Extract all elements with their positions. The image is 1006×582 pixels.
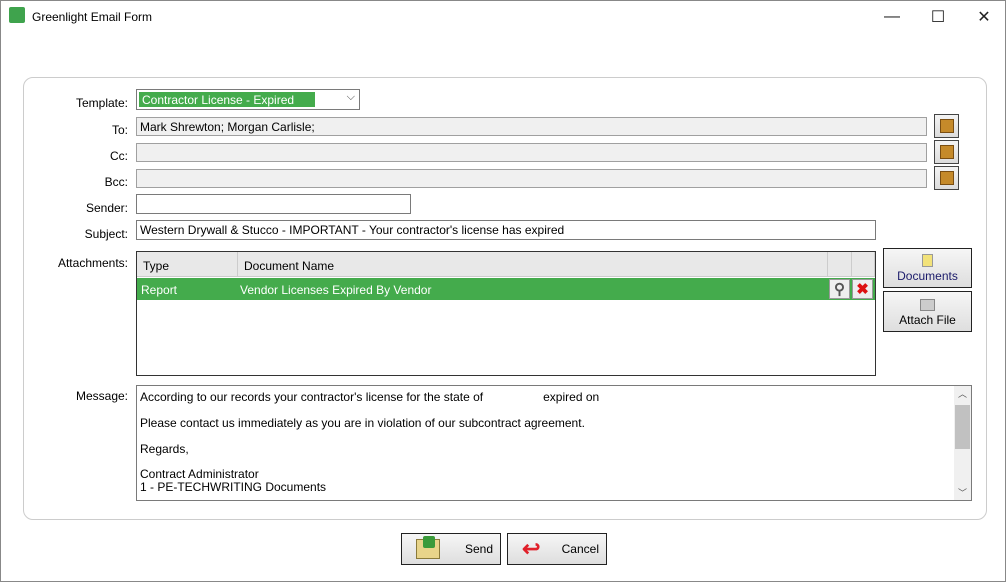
column-header-view (828, 252, 852, 277)
magnifier-icon[interactable]: ⚲ (829, 279, 850, 299)
attach-file-label: Attach File (899, 313, 956, 327)
cc-field[interactable] (136, 143, 927, 162)
cancel-arrow-icon: ↩ (522, 536, 541, 561)
template-value: Contractor License - Expired (139, 92, 315, 107)
template-label: Template: (75, 96, 128, 110)
close-button[interactable]: ✕ (961, 1, 1006, 32)
send-label: Send (464, 542, 493, 556)
message-line: According to our records your contractor… (140, 390, 600, 404)
row-type: Report (141, 283, 178, 297)
bcc-field[interactable] (136, 169, 927, 188)
message-line: Contract Administrator (140, 467, 259, 481)
address-book-icon (939, 145, 954, 159)
documents-button[interactable]: Documents (883, 248, 972, 288)
scrollbar-thumb[interactable] (955, 405, 970, 449)
to-address-book-button[interactable] (934, 114, 959, 138)
row-document-name: Vendor Licenses Expired By Vendor (240, 283, 432, 297)
send-button[interactable]: Send (401, 533, 501, 565)
message-line: Please contact us immediately as you are… (140, 416, 585, 430)
attach-envelope-icon (920, 299, 935, 311)
message-textarea[interactable]: According to our records your contractor… (136, 385, 972, 501)
app-icon (9, 7, 25, 23)
attach-file-button[interactable]: Attach File (883, 291, 972, 332)
template-select[interactable]: Contractor License - Expired ⌵ (136, 89, 360, 110)
sender-field[interactable] (136, 194, 411, 214)
message-line: 1 - PE-TECHWRITING Documents (140, 480, 327, 494)
scroll-up-icon[interactable]: ︿ (958, 387, 967, 400)
cancel-button[interactable]: ↩ Cancel (507, 533, 607, 565)
subject-label: Subject: (84, 227, 128, 241)
window-title: Greenlight Email Form (32, 10, 153, 24)
bcc-label: Bcc: (104, 175, 128, 189)
to-label: To: (111, 123, 128, 137)
scroll-down-icon[interactable]: ﹀ (958, 486, 967, 499)
email-form-window: Greenlight Email Form — ☐ ✕ Template: Co… (0, 0, 1006, 582)
document-icon (922, 254, 933, 267)
address-book-icon (939, 171, 954, 185)
maximize-button[interactable]: ☐ (915, 1, 961, 32)
chevron-down-icon: ⌵ (346, 91, 355, 103)
cc-address-book-button[interactable] (934, 140, 959, 164)
minimize-button[interactable]: — (869, 1, 915, 32)
to-field[interactable]: Mark Shrewton; Morgan Carlisle; (136, 117, 927, 136)
bcc-address-book-button[interactable] (934, 166, 959, 190)
column-header-type[interactable]: Type (137, 252, 238, 277)
sender-label: Sender: (85, 201, 128, 215)
email-envelope-icon (416, 536, 440, 559)
subject-field[interactable]: Western Drywall & Stucco - IMPORTANT - Y… (136, 220, 876, 240)
table-row[interactable]: Report Vendor Licenses Expired By Vendor… (137, 278, 875, 300)
cc-label: Cc: (110, 149, 128, 163)
attachments-label: Attachments: (57, 256, 128, 270)
message-line: Regards, (140, 442, 189, 456)
documents-label: Documents (897, 269, 958, 283)
cancel-label: Cancel (561, 542, 599, 556)
attachments-grid: Type Document Name Report Vendor License… (136, 251, 876, 376)
message-label: Message: (75, 389, 128, 403)
message-scrollbar[interactable]: ︿ ﹀ (954, 386, 971, 500)
column-header-delete (852, 252, 875, 277)
address-book-icon (939, 119, 954, 133)
column-header-document-name[interactable]: Document Name (238, 252, 828, 277)
delete-icon[interactable]: ✖ (852, 279, 873, 299)
